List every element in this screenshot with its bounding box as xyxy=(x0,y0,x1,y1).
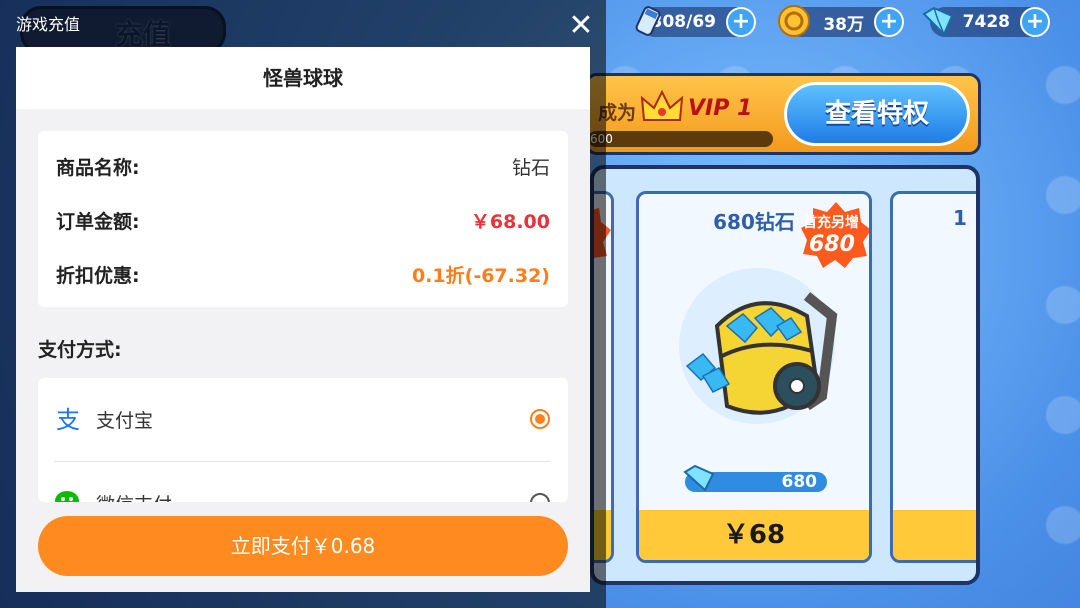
small-gem-icon xyxy=(683,464,717,496)
wechat-radio[interactable] xyxy=(530,493,550,502)
svg-text:支: 支 xyxy=(56,406,80,434)
product-name-value: 钻石 xyxy=(511,157,550,179)
stamina-icon xyxy=(630,3,666,39)
gem-icon xyxy=(920,3,956,39)
wechat-label: 微信支付 xyxy=(96,490,172,502)
gems-chip: 7428 + xyxy=(922,6,1050,37)
card-price: ￥68 xyxy=(639,510,869,560)
payment-option-alipay[interactable]: 支 支付宝 xyxy=(38,378,568,462)
payment-dialog: 怪兽球球 商品名称: 钻石 订单金额: ￥68.00 折扣优惠: 0.1折(-6… xyxy=(16,47,590,592)
product-name-label: 商品名称: xyxy=(56,157,140,179)
discount-value: 0.1折(-67.32) xyxy=(411,265,550,287)
bonus-value: 680 xyxy=(809,232,855,257)
payment-method-label: 支付方式: xyxy=(38,339,122,361)
alipay-radio[interactable] xyxy=(530,409,550,429)
add-stamina-button[interactable]: + xyxy=(726,7,756,37)
vip-level: VIP 1 xyxy=(688,96,753,121)
pay-now-button[interactable]: 立即支付￥0.68 xyxy=(38,516,568,576)
recharge-tab-label: 游戏充值 xyxy=(16,15,81,34)
order-row-amount: 订单金额: ￥68.00 xyxy=(56,207,550,237)
crown-icon xyxy=(640,89,684,128)
order-details: 商品名称: 钻石 订单金额: ￥68.00 折扣优惠: 0.1折(-67.32) xyxy=(38,131,568,307)
vip-progress-bar: 600 xyxy=(588,131,773,147)
card-right-price-bar xyxy=(893,510,976,560)
coin-icon xyxy=(776,3,812,39)
order-row-product: 商品名称: 钻石 xyxy=(56,153,550,183)
close-icon[interactable]: ✕ xyxy=(566,11,596,42)
gem-bag-illustration xyxy=(657,256,857,446)
alipay-icon: 支 xyxy=(54,404,84,434)
stamina-chip: 308/69 + xyxy=(635,6,756,37)
card-right-title: 1 xyxy=(953,206,967,230)
payment-methods: 支 支付宝 微信支付 xyxy=(38,378,568,502)
gem-amount: 680 xyxy=(781,472,818,492)
coins-value: 38万 xyxy=(823,14,864,35)
dialog-title: 怪兽球球 xyxy=(16,47,590,109)
alipay-label: 支付宝 xyxy=(96,410,154,432)
payment-option-wechat[interactable]: 微信支付 xyxy=(38,462,568,502)
view-privileges-button[interactable]: 查看特权 xyxy=(784,82,970,146)
shop-card-right[interactable]: 1 xyxy=(890,191,976,563)
vip-banner: 成为 VIP 1 600 查看特权 xyxy=(585,73,981,155)
order-row-discount: 折扣优惠: 0.1折(-67.32) xyxy=(56,261,550,291)
shop-card-680[interactable]: 680钻石 首充另增 680 680 ￥68 xyxy=(636,191,872,563)
discount-label: 折扣优惠: xyxy=(56,265,140,287)
order-amount-value: ￥68.00 xyxy=(470,211,550,233)
wechat-icon xyxy=(54,488,84,502)
order-amount-label: 订单金额: xyxy=(56,211,140,233)
coins-chip: 38万 + xyxy=(778,5,904,37)
gems-value: 7428 xyxy=(962,12,1010,32)
add-coins-button[interactable]: + xyxy=(874,7,904,37)
bonus-label: 首充另增 xyxy=(803,215,859,231)
shop-panel: 另增 680钻石 首充另增 680 xyxy=(590,165,980,585)
add-gems-button[interactable]: + xyxy=(1020,7,1050,37)
